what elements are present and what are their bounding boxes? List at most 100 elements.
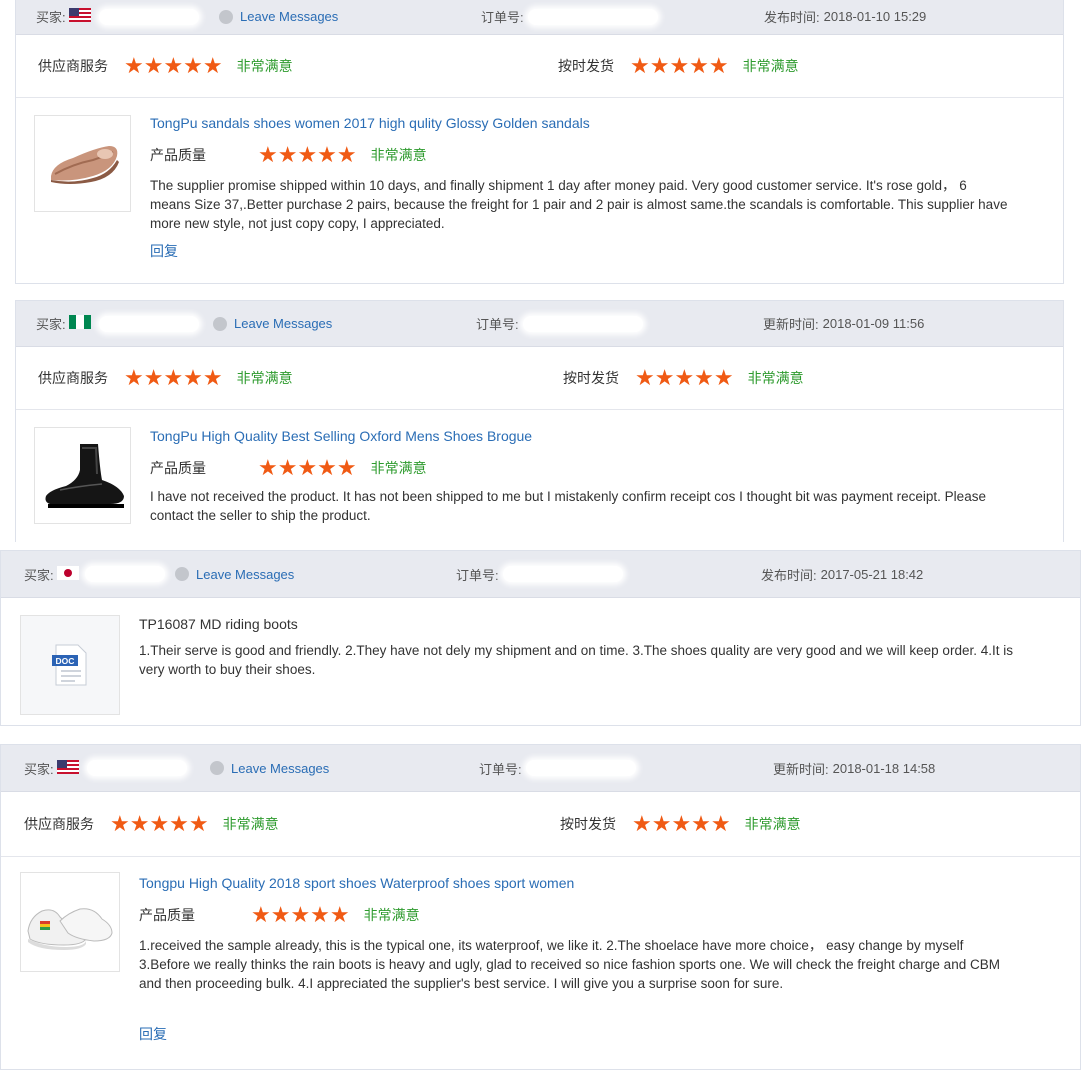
on-time-delivery-label: 按时发货 bbox=[558, 58, 614, 74]
review-date: 2018-01-18 14:58 bbox=[832, 760, 936, 776]
review-header: 买家: Leave Messages 订单号: 发布时间: 2017-05-21… bbox=[1, 551, 1080, 598]
star-rating-icon: ★★★★★ bbox=[632, 811, 731, 836]
redacted-order-number bbox=[522, 315, 643, 332]
satisfaction-label: 非常满意 bbox=[222, 816, 279, 832]
leave-messages-label: Leave Messages bbox=[240, 9, 339, 24]
supplier-service-label: 供应商服务 bbox=[38, 370, 108, 386]
order-label: 订单号: bbox=[481, 10, 524, 25]
star-rating-icon: ★★★★★ bbox=[110, 811, 209, 836]
review-card-2: 买家: Leave Messages 订单号: 更新时间: 2018-01-09… bbox=[15, 300, 1064, 542]
review-date: 2017-05-21 18:42 bbox=[820, 566, 924, 582]
leave-messages-link[interactable]: Leave Messages bbox=[210, 745, 329, 791]
date-label: 发布时间: bbox=[761, 567, 817, 583]
satisfaction-label: 非常满意 bbox=[370, 147, 427, 163]
star-rating-icon: ★★★★★ bbox=[124, 53, 223, 78]
satisfaction-label: 非常满意 bbox=[236, 370, 293, 386]
review-date: 2018-01-09 11:56 bbox=[822, 316, 925, 331]
product-quality-label: 产品质量 bbox=[139, 907, 195, 923]
satisfaction-label: 非常满意 bbox=[370, 460, 427, 476]
rating-row: 供应商服务 ★★★★★ 非常满意 按时发货 ★★★★★ 非常满意 bbox=[1, 792, 1080, 857]
star-rating-icon: ★★★★★ bbox=[258, 455, 357, 480]
product-thumbnail[interactable] bbox=[34, 115, 131, 212]
leave-messages-link[interactable]: Leave Messages bbox=[175, 551, 294, 597]
sandal-icon bbox=[50, 145, 119, 184]
review-text: 1.received the sample already, this is t… bbox=[139, 938, 1000, 991]
product-quality-row: 产品质量 ★★★★★ 非常满意 bbox=[150, 144, 427, 166]
message-icon bbox=[175, 567, 189, 581]
buyer-label: 买家: bbox=[24, 761, 54, 777]
ng-flag-icon bbox=[68, 315, 91, 332]
us-flag-icon bbox=[68, 8, 91, 25]
jp-flag-icon bbox=[56, 565, 79, 583]
product-quality-row: 产品质量 ★★★★★ 非常满意 bbox=[150, 457, 427, 479]
product-title-link[interactable]: Tongpu High Quality 2018 sport shoes Wat… bbox=[139, 875, 574, 891]
review-card-4: 买家: Leave Messages 订单号: 更新时间: 2018-01-18… bbox=[0, 744, 1081, 1070]
product-thumbnail[interactable]: DOC bbox=[20, 615, 120, 715]
redacted-order-number bbox=[525, 760, 636, 776]
product-thumbnail[interactable] bbox=[20, 872, 120, 972]
review-text: The supplier promise shipped within 10 d… bbox=[150, 178, 1008, 231]
review-date: 2018-01-10 15:29 bbox=[823, 9, 927, 24]
message-icon bbox=[213, 316, 227, 331]
redacted-buyer-name bbox=[86, 760, 187, 776]
star-rating-icon: ★★★★★ bbox=[630, 53, 729, 78]
on-time-delivery-label: 按时发货 bbox=[560, 816, 616, 832]
star-rating-icon: ★★★★★ bbox=[258, 142, 357, 167]
date-label: 发布时间: bbox=[764, 10, 820, 25]
date-label: 更新时间: bbox=[773, 761, 829, 777]
message-icon bbox=[219, 9, 233, 24]
review-card-3: 买家: Leave Messages 订单号: 发布时间: 2017-05-21… bbox=[0, 550, 1081, 726]
leave-messages-link[interactable]: Leave Messages bbox=[213, 301, 332, 346]
svg-text:DOC: DOC bbox=[56, 656, 75, 666]
review-text: I have not received the product. It has … bbox=[150, 489, 986, 523]
supplier-service-label: 供应商服务 bbox=[24, 816, 94, 832]
rating-row: 供应商服务 ★★★★★ 非常满意 按时发货 ★★★★★ 非常满意 bbox=[16, 35, 1063, 98]
doc-file-icon: DOC bbox=[52, 644, 87, 686]
satisfaction-label: 非常满意 bbox=[744, 816, 801, 832]
redacted-buyer-name bbox=[84, 566, 165, 582]
leave-messages-label: Leave Messages bbox=[234, 316, 333, 331]
buyer-label: 买家: bbox=[36, 317, 66, 332]
star-rating-icon: ★★★★★ bbox=[124, 365, 223, 390]
review-header: 买家: Leave Messages 订单号: 更新时间: 2018-01-09… bbox=[16, 301, 1063, 347]
boot-icon bbox=[45, 443, 124, 508]
review-text: 1.Their serve is good and friendly. 2.Th… bbox=[139, 643, 1013, 677]
rating-row: 供应商服务 ★★★★★ 非常满意 按时发货 ★★★★★ 非常满意 bbox=[16, 347, 1063, 410]
redacted-order-number bbox=[527, 8, 658, 25]
product-thumbnail[interactable] bbox=[34, 427, 131, 524]
product-quality-label: 产品质量 bbox=[150, 147, 206, 163]
product-title-link[interactable]: TongPu High Quality Best Selling Oxford … bbox=[150, 428, 532, 444]
satisfaction-label: 非常满意 bbox=[236, 58, 293, 74]
buyer-label: 买家: bbox=[24, 567, 54, 583]
reply-link[interactable]: 回复 bbox=[139, 1024, 167, 1044]
review-header: 买家: Leave Messages 订单号: 更新时间: 2018-01-18… bbox=[1, 745, 1080, 792]
product-title: TP16087 MD riding boots bbox=[139, 616, 298, 632]
sneaker-icon bbox=[27, 908, 113, 950]
date-label: 更新时间: bbox=[763, 317, 819, 332]
on-time-delivery-label: 按时发货 bbox=[563, 370, 619, 386]
order-label: 订单号: bbox=[476, 317, 519, 332]
product-quality-row: 产品质量 ★★★★★ 非常满意 bbox=[139, 904, 420, 926]
message-icon bbox=[210, 761, 224, 775]
leave-messages-link[interactable]: Leave Messages bbox=[219, 0, 338, 34]
reply-link[interactable]: 回复 bbox=[150, 241, 178, 261]
redacted-buyer-name bbox=[98, 8, 199, 25]
satisfaction-label: 非常满意 bbox=[363, 907, 420, 923]
buyer-label: 买家: bbox=[36, 10, 66, 25]
order-label: 订单号: bbox=[479, 761, 522, 777]
supplier-service-label: 供应商服务 bbox=[38, 58, 108, 74]
star-rating-icon: ★★★★★ bbox=[635, 365, 734, 390]
leave-messages-label: Leave Messages bbox=[196, 566, 295, 582]
satisfaction-label: 非常满意 bbox=[742, 58, 799, 74]
review-header: 买家: Leave Messages 订单号: 发布时间: 2018-01-10… bbox=[16, 0, 1063, 35]
satisfaction-label: 非常满意 bbox=[747, 370, 804, 386]
product-title-link[interactable]: TongPu sandals shoes women 2017 high qul… bbox=[150, 115, 590, 131]
redacted-buyer-name bbox=[98, 315, 199, 332]
redacted-order-number bbox=[502, 566, 623, 582]
leave-messages-label: Leave Messages bbox=[231, 760, 330, 776]
order-label: 订单号: bbox=[456, 567, 499, 583]
review-card-1: 买家: Leave Messages 订单号: 发布时间: 2018-01-10… bbox=[15, 0, 1064, 284]
us-flag-icon bbox=[56, 759, 79, 777]
product-quality-label: 产品质量 bbox=[150, 460, 206, 476]
star-rating-icon: ★★★★★ bbox=[251, 902, 350, 927]
